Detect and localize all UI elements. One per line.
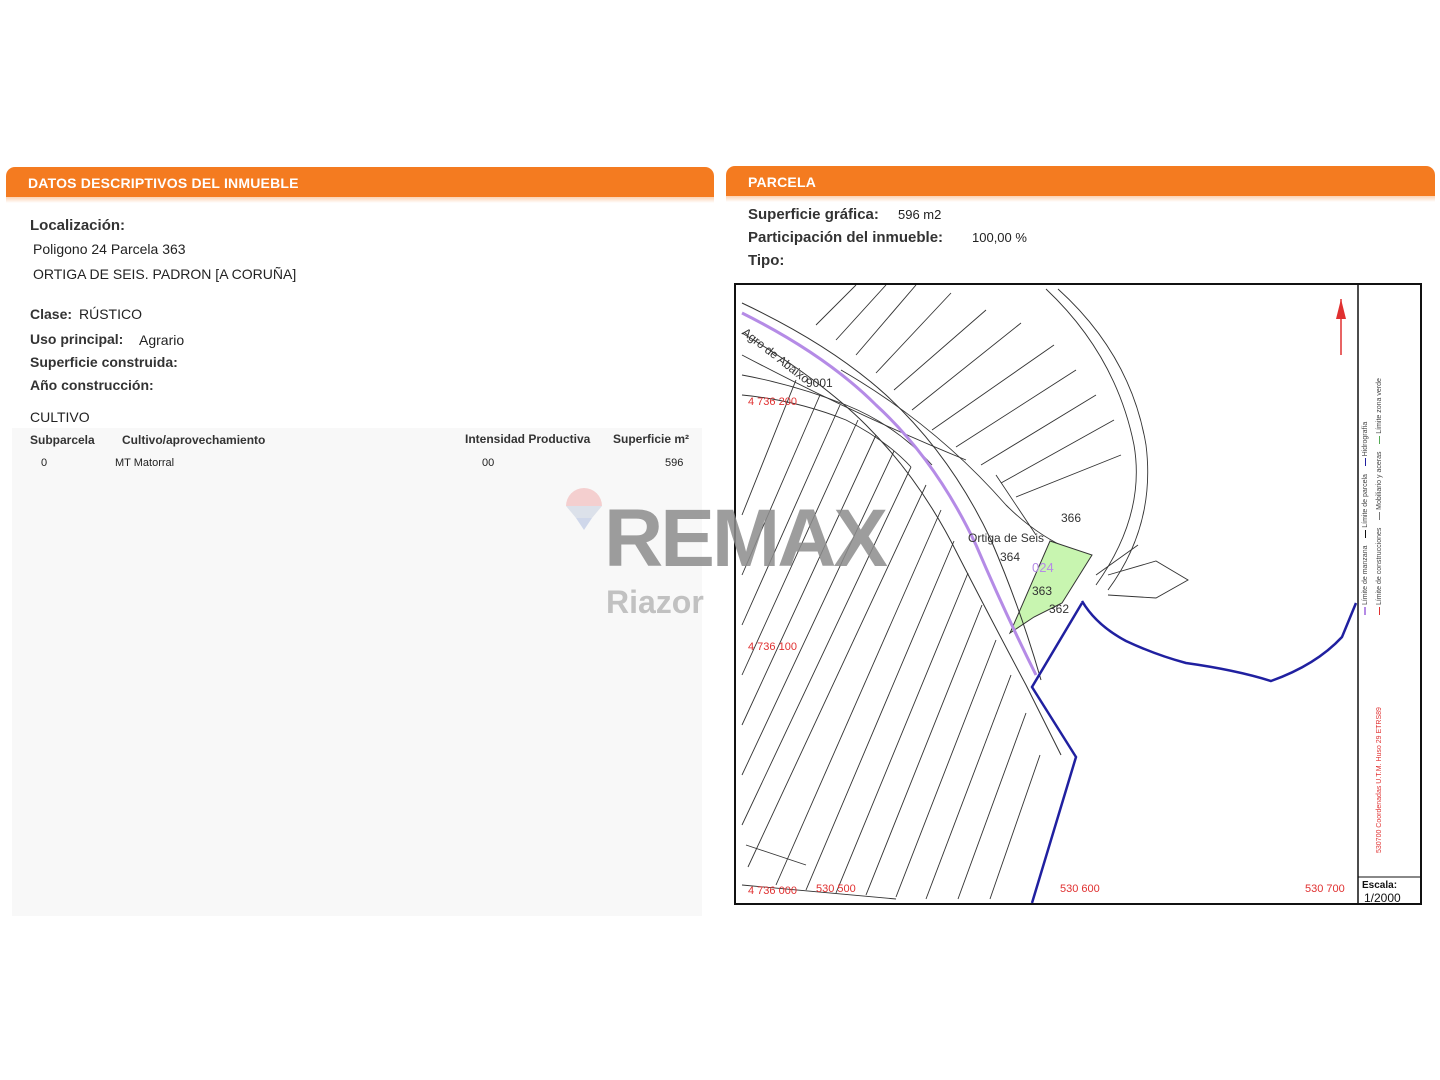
map-legend: Límite de manzana Límite de parcela Hidr…	[1362, 295, 1402, 615]
localizacion-line2: ORTIGA DE SEIS. PADRON [A CORUÑA]	[33, 266, 297, 282]
cultivo-title: CULTIVO	[30, 409, 90, 425]
localizacion-line1: Poligono 24 Parcela 363	[33, 241, 186, 257]
parcel-label-364: 364	[1000, 550, 1021, 564]
legend-zona-verde: Límite zona verde	[1376, 378, 1383, 434]
north-arrow-icon	[1336, 299, 1346, 355]
row-cultivo: MT Matorral	[115, 457, 175, 469]
table-header-superficie: Superficie m²	[613, 432, 690, 446]
superficie-construida-label: Superficie construida:	[30, 354, 178, 370]
legend-manzana: Límite de manzana	[1362, 545, 1369, 606]
parcel-lines-left	[741, 374, 1041, 900]
scale-label: Escala:	[1362, 880, 1398, 891]
parcel-label-9001: 9001	[806, 376, 833, 390]
remax-watermark: REMAX Riazor	[564, 488, 904, 628]
parcel-label-362: 362	[1049, 602, 1070, 616]
legend-mobiliario: Mobiliario y aceras	[1376, 451, 1383, 510]
parcela-header: PARCELA	[726, 166, 1435, 202]
coord-label-n000: 4 736 000	[748, 885, 797, 897]
balloon-icon	[566, 488, 602, 530]
table-header-subparcela: Subparcela	[30, 433, 95, 447]
row-subparcela: 0	[41, 457, 48, 469]
coord-label-e500: 530 500	[816, 883, 856, 895]
participacion-value: 100,00 %	[972, 230, 1027, 245]
parcel-label-363: 363	[1032, 584, 1053, 598]
hydro-line-left	[1030, 602, 1084, 903]
projection-note: 530700 Coordenadas U.T.M. Huso 29 ETRS89	[1376, 707, 1383, 853]
clase-value: RÚSTICO	[79, 306, 142, 322]
localizacion-label: Localización:	[30, 217, 126, 234]
tipo-label: Tipo:	[748, 252, 785, 269]
coord-label-e700: 530 700	[1305, 883, 1345, 895]
row-superficie: 596	[665, 457, 684, 469]
descriptive-data-header: DATOS DESCRIPTIVOS DEL INMUEBLE	[6, 167, 714, 203]
legend-parcela: Límite de parcela	[1362, 474, 1369, 528]
legend-construcciones: Límite de construcciones	[1376, 527, 1383, 606]
remax-brand-text: REMAX	[604, 493, 888, 584]
coord-label-n200: 4 736 200	[748, 396, 797, 408]
table-header-intensidad: Intensidad Productiva	[465, 432, 591, 446]
row-intensidad: 00	[482, 457, 495, 469]
coord-label-n100: 4 736 100	[748, 641, 797, 653]
participacion-label: Participación del inmueble:	[748, 229, 944, 246]
legend-hidrografia: Hidrografía	[1362, 421, 1369, 457]
table-header-cultivo: Cultivo/aprovechamiento	[122, 433, 266, 447]
place-label: Ortiga de Seis	[968, 531, 1045, 545]
anio-construccion-label: Año construcción:	[30, 377, 154, 393]
uso-principal-label: Uso principal:	[30, 331, 124, 347]
uso-principal-value: Agrario	[139, 332, 185, 348]
superficie-grafica-label: Superficie gráfica:	[748, 206, 879, 223]
hydro-line-right	[1080, 600, 1358, 683]
coord-label-e600: 530 600	[1060, 883, 1100, 895]
superficie-grafica-value: 596 m2	[898, 207, 942, 222]
parcel-label-366: 366	[1061, 511, 1082, 525]
parcel-label-024: 024	[1032, 560, 1054, 575]
riazor-office-text: Riazor	[606, 584, 704, 620]
scale-value: 1/2000	[1364, 891, 1401, 905]
clase-label: Clase:	[30, 306, 73, 322]
